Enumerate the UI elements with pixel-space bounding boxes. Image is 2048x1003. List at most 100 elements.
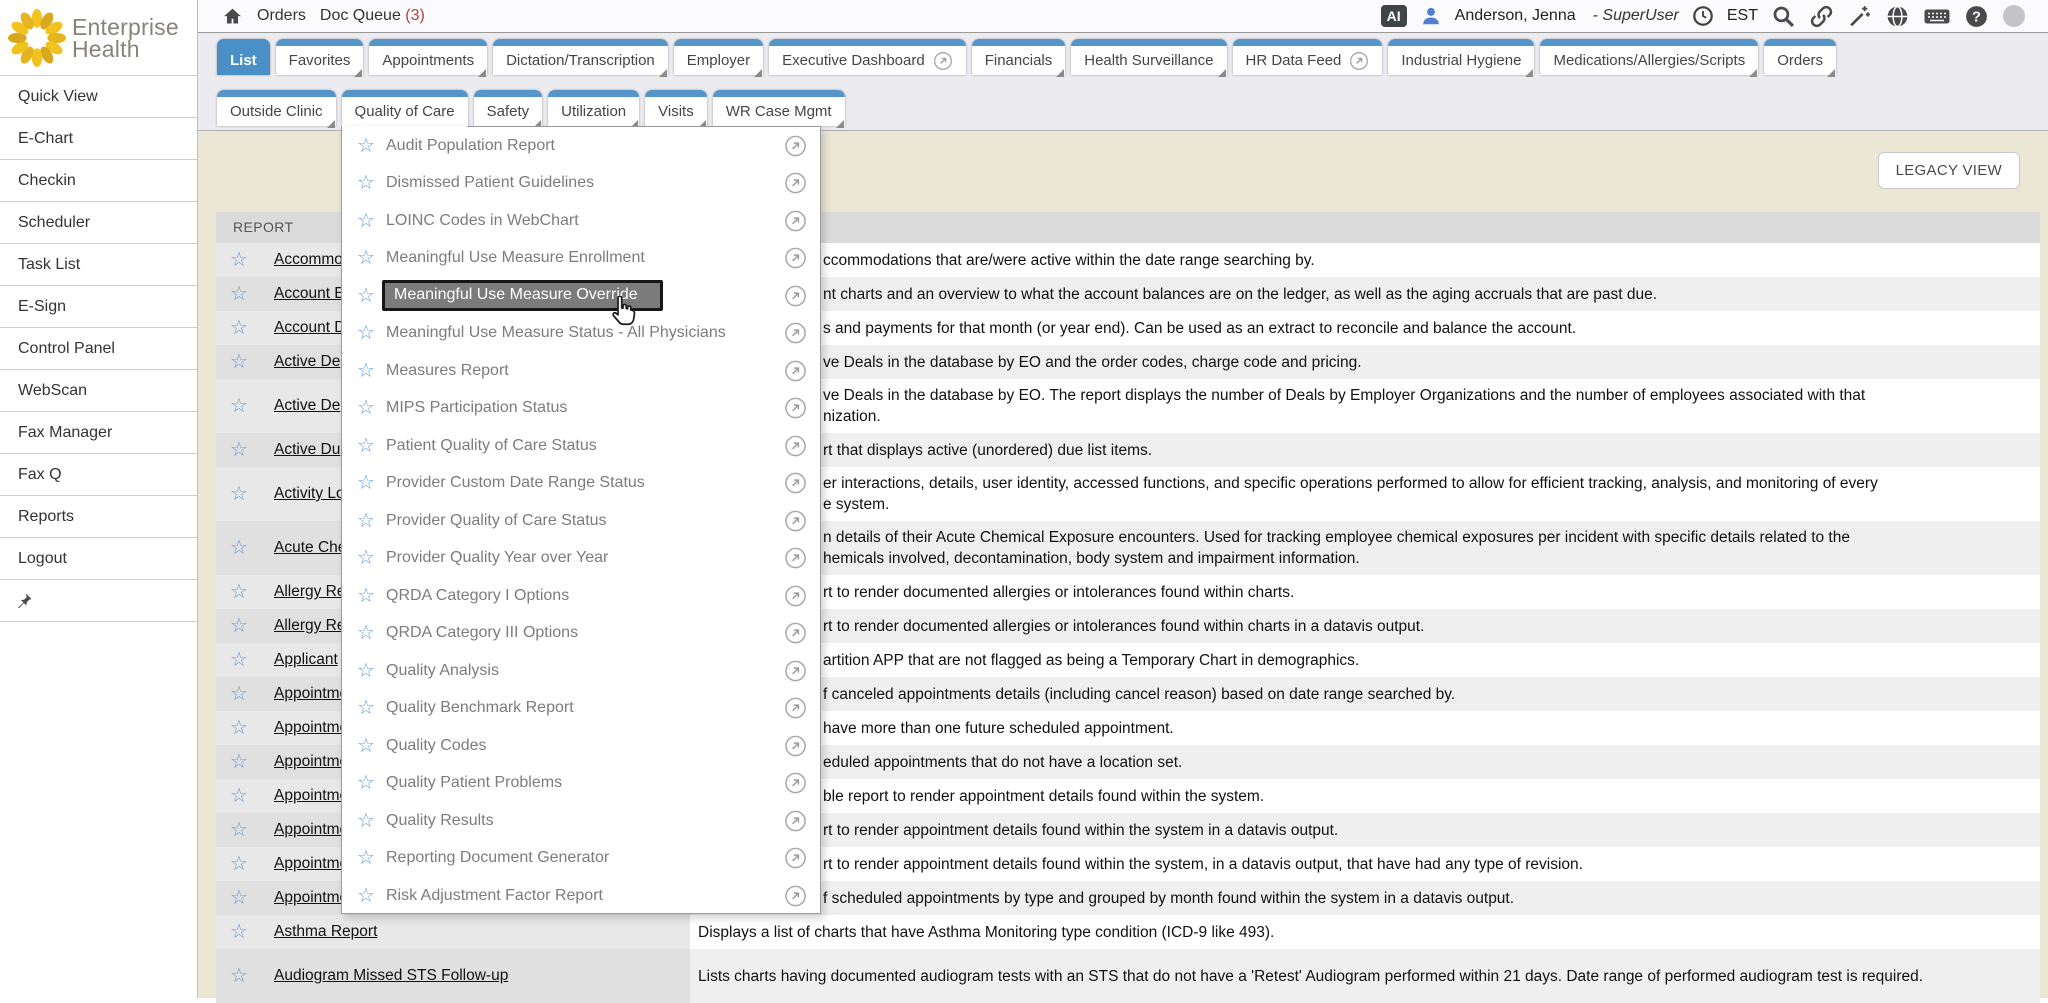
menu-item-provider-quality-year-over-year[interactable]: ☆Provider Quality Year over Year — [342, 540, 820, 578]
open-new-window-icon[interactable] — [784, 284, 807, 307]
menu-item-loinc-codes-in-webchart[interactable]: ☆LOINC Codes in WebChart — [342, 202, 820, 240]
sidebar-item-reports[interactable]: Reports — [0, 496, 197, 538]
favorite-star-icon[interactable]: ☆ — [355, 511, 377, 531]
menu-item-dismissed-patient-guidelines[interactable]: ☆Dismissed Patient Guidelines — [342, 165, 820, 203]
report-link-acute-che[interactable]: Acute Che — [274, 539, 346, 557]
tab-financials[interactable]: Financials — [972, 39, 1066, 75]
report-link-accommo[interactable]: Accommo — [274, 251, 343, 269]
open-new-window-icon[interactable] — [784, 209, 807, 232]
favorite-star-icon[interactable]: ☆ — [228, 582, 250, 602]
report-link-account-d[interactable]: Account D — [274, 319, 346, 337]
tab-employer[interactable]: Employer — [674, 39, 763, 75]
open-new-window-icon[interactable] — [784, 697, 807, 720]
open-new-window-icon[interactable] — [784, 134, 807, 157]
favorite-star-icon[interactable]: ☆ — [355, 848, 377, 868]
tab-executive-dashboard[interactable]: Executive Dashboard — [769, 39, 966, 75]
report-link-appointme[interactable]: Appointme — [274, 855, 348, 873]
favorite-star-icon[interactable]: ☆ — [228, 854, 250, 874]
sidebar-item-scheduler[interactable]: Scheduler — [0, 202, 197, 244]
search-icon[interactable] — [1771, 4, 1796, 29]
open-new-window-icon[interactable] — [784, 247, 807, 270]
report-link-allergy-re[interactable]: Allergy Re — [274, 617, 346, 635]
menu-item-provider-custom-date-range-status[interactable]: ☆Provider Custom Date Range Status — [342, 465, 820, 503]
favorite-star-icon[interactable]: ☆ — [355, 736, 377, 756]
favorite-star-icon[interactable]: ☆ — [228, 752, 250, 772]
tab-appointments[interactable]: Appointments — [369, 39, 487, 75]
open-new-window-icon[interactable] — [784, 359, 807, 382]
tab-orders[interactable]: Orders — [1764, 39, 1836, 75]
sidebar-item-control-panel[interactable]: Control Panel — [0, 328, 197, 370]
favorite-star-icon[interactable]: ☆ — [228, 684, 250, 704]
open-new-window-icon[interactable] — [784, 397, 807, 420]
sidebar-item-quick-view[interactable]: Quick View — [0, 76, 197, 118]
tab-quality-of-care[interactable]: Quality of Care — [342, 90, 468, 126]
favorite-star-icon[interactable]: ☆ — [228, 922, 250, 942]
keyboard-icon[interactable] — [1923, 4, 1951, 29]
favorite-star-icon[interactable]: ☆ — [355, 698, 377, 718]
tab-health-surveillance[interactable]: Health Surveillance — [1071, 39, 1226, 75]
open-new-window-icon[interactable] — [784, 809, 807, 832]
report-link-appointme[interactable]: Appointme — [274, 685, 348, 703]
favorite-star-icon[interactable]: ☆ — [228, 352, 250, 372]
tab-safety[interactable]: Safety — [474, 90, 543, 126]
magic-wand-icon[interactable] — [1847, 4, 1872, 29]
report-link-applicant[interactable]: Applicant — [274, 651, 338, 669]
tab-hr-data-feed[interactable]: HR Data Feed — [1233, 39, 1383, 75]
favorite-star-icon[interactable]: ☆ — [228, 616, 250, 636]
globe-icon[interactable] — [1885, 4, 1910, 29]
tab-wr-case-mgmt[interactable]: WR Case Mgmt — [713, 90, 845, 126]
status-circle-icon[interactable] — [2002, 4, 2026, 28]
menu-item-mips-participation-status[interactable]: ☆MIPS Participation Status — [342, 390, 820, 428]
favorite-star-icon[interactable]: ☆ — [355, 361, 377, 381]
report-link-appointme[interactable]: Appointme — [274, 719, 348, 737]
favorite-star-icon[interactable]: ☆ — [355, 623, 377, 643]
menu-item-reporting-document-generator[interactable]: ☆Reporting Document Generator — [342, 840, 820, 878]
menu-item-provider-quality-of-care-status[interactable]: ☆Provider Quality of Care Status — [342, 502, 820, 540]
favorite-star-icon[interactable]: ☆ — [228, 538, 250, 558]
sidebar-pin-row[interactable] — [0, 580, 197, 622]
report-link-asthma-report[interactable]: Asthma Report — [274, 923, 377, 941]
report-link-active-de[interactable]: Active De — [274, 397, 340, 415]
sidebar-item-task-list[interactable]: Task List — [0, 244, 197, 286]
menu-item-quality-patient-problems[interactable]: ☆Quality Patient Problems — [342, 765, 820, 803]
favorite-star-icon[interactable]: ☆ — [355, 886, 377, 906]
favorite-star-icon[interactable]: ☆ — [228, 786, 250, 806]
favorite-star-icon[interactable]: ☆ — [355, 436, 377, 456]
favorite-star-icon[interactable]: ☆ — [355, 173, 377, 193]
sidebar-item-e-sign[interactable]: E-Sign — [0, 286, 197, 328]
menu-item-risk-adjustment-factor-report[interactable]: ☆Risk Adjustment Factor Report — [342, 877, 820, 915]
open-new-window-icon[interactable] — [784, 622, 807, 645]
menu-item-measures-report[interactable]: ☆Measures Report — [342, 352, 820, 390]
tab-visits[interactable]: Visits — [645, 90, 707, 126]
breadcrumb-orders[interactable]: Orders — [257, 7, 306, 25]
timezone-label[interactable]: EST — [1727, 7, 1758, 25]
menu-item-quality-analysis[interactable]: ☆Quality Analysis — [342, 652, 820, 690]
tab-outside-clinic[interactable]: Outside Clinic — [217, 90, 336, 126]
ai-assistant-button[interactable]: AI — [1381, 5, 1407, 27]
favorite-star-icon[interactable]: ☆ — [355, 211, 377, 231]
favorite-star-icon[interactable]: ☆ — [228, 484, 250, 504]
user-name[interactable]: Anderson, Jenna — [1455, 7, 1576, 25]
favorite-star-icon[interactable]: ☆ — [228, 250, 250, 270]
home-icon[interactable] — [222, 6, 243, 27]
favorite-star-icon[interactable]: ☆ — [228, 650, 250, 670]
menu-item-qrda-category-i-options[interactable]: ☆QRDA Category I Options — [342, 577, 820, 615]
report-link-appointme[interactable]: Appointme — [274, 787, 348, 805]
favorite-star-icon[interactable]: ☆ — [355, 136, 377, 156]
report-link-activity-lo[interactable]: Activity Lo — [274, 485, 345, 503]
menu-item-audit-population-report[interactable]: ☆Audit Population Report — [342, 127, 820, 165]
favorite-star-icon[interactable]: ☆ — [228, 966, 250, 986]
sidebar-item-logout[interactable]: Logout — [0, 538, 197, 580]
menu-item-meaningful-use-measure-enrollment[interactable]: ☆Meaningful Use Measure Enrollment — [342, 240, 820, 278]
favorite-star-icon[interactable]: ☆ — [355, 286, 377, 306]
favorite-star-icon[interactable]: ☆ — [228, 318, 250, 338]
favorite-star-icon[interactable]: ☆ — [228, 284, 250, 304]
open-new-window-icon[interactable] — [784, 884, 807, 907]
menu-item-quality-codes[interactable]: ☆Quality Codes — [342, 727, 820, 765]
report-link-appointme[interactable]: Appointme — [274, 821, 348, 839]
open-new-window-icon[interactable] — [784, 734, 807, 757]
favorite-star-icon[interactable]: ☆ — [228, 396, 250, 416]
favorite-star-icon[interactable]: ☆ — [355, 811, 377, 831]
tab-dictation-transcription[interactable]: Dictation/Transcription — [493, 39, 668, 75]
tab-medications-allergies-scripts[interactable]: Medications/Allergies/Scripts — [1540, 39, 1758, 75]
